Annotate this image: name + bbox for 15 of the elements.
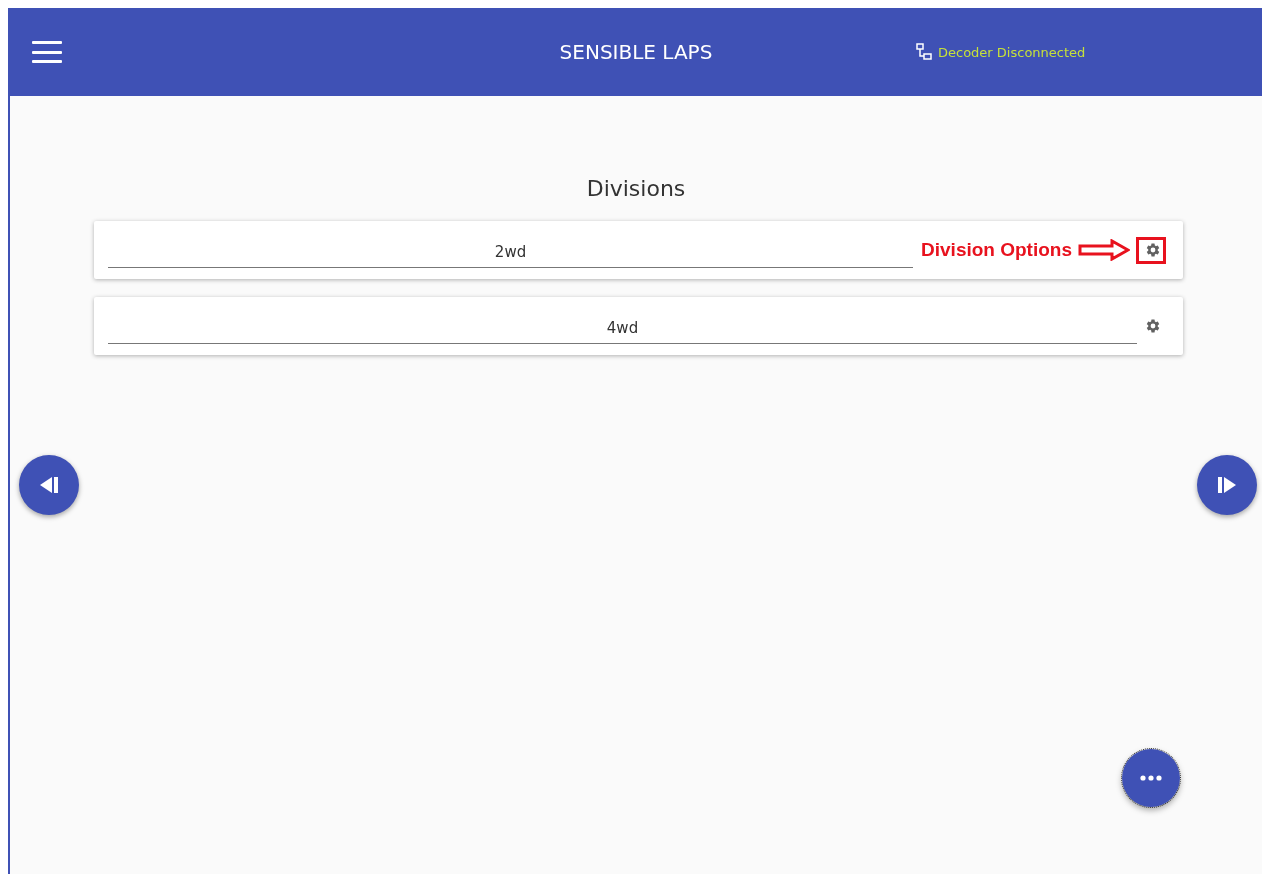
next-button[interactable] bbox=[1197, 455, 1257, 515]
settings-icon[interactable] bbox=[1145, 318, 1161, 334]
menu-button[interactable] bbox=[32, 41, 62, 63]
network-icon bbox=[916, 43, 932, 61]
more-button[interactable] bbox=[1122, 749, 1180, 807]
annotation-arrow bbox=[1078, 239, 1130, 261]
previous-button[interactable] bbox=[19, 455, 79, 515]
skip-previous-icon bbox=[38, 476, 60, 494]
decoder-status: Decoder Disconnected bbox=[938, 44, 1086, 60]
annotation-label: Division Options bbox=[921, 239, 1072, 261]
more-icon bbox=[1140, 775, 1162, 781]
page-heading: Divisions bbox=[585, 176, 687, 201]
app-title: SENSIBLE LAPS bbox=[559, 40, 713, 64]
settings-icon[interactable] bbox=[1145, 242, 1161, 258]
skip-next-icon bbox=[1216, 476, 1238, 494]
